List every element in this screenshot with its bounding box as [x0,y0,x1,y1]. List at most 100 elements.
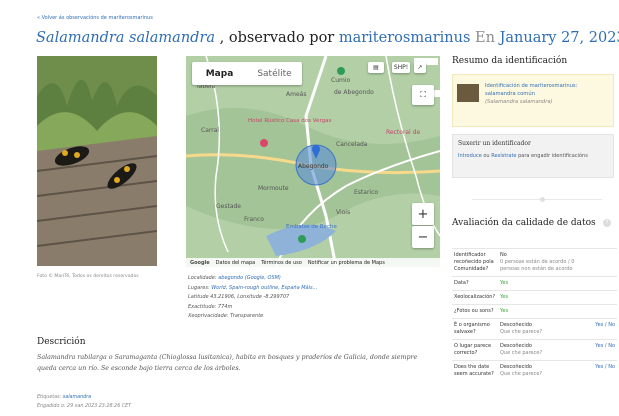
user-link[interactable]: mariterosmarinus [339,30,471,46]
or-text: ou [481,153,492,159]
quality-question: Does the date seem accurate? [452,360,498,381]
map-place-label: Franco [244,216,264,223]
en-text: En [475,30,495,46]
accuracy: Exactitude: 774m [188,303,233,310]
map-tab[interactable]: Mapa [192,62,247,85]
places-label: Lugares: [188,284,210,291]
back-to-observations-link[interactable]: « Volver ás observacións de mariterosmar… [37,15,153,21]
vote-yes-no-buttons [593,290,617,305]
quality-answer-cell: Yes [498,276,594,291]
quality-answer-cell: Descoñecido Que che parece? [498,318,594,340]
quality-subtext: Que che parece? [500,350,543,356]
quality-question: Identificador recoñecido pola Comunidade… [452,248,498,277]
quality-answer-cell: Descoñecido Que che parece? [498,360,594,381]
map-place-label: Rectoral de [386,129,420,136]
page-title: Salamandra salamandra , observado por ma… [36,30,619,46]
google-logo: Google [190,259,210,266]
quality-row: Identificador recoñecido pola Comunidade… [452,248,617,277]
quality-question: ¿Fotos ou sons? [452,304,498,319]
satellite-tab[interactable]: Satélite [247,62,302,85]
quality-subtext: Que che parece? [500,371,543,377]
fullscreen-icon[interactable]: ⛶ [412,85,434,105]
identification-thumbnail[interactable] [457,84,479,102]
quality-answer: Yes [500,294,509,300]
places-value[interactable]: World, Spain-rough outline, España Máis.… [211,285,317,291]
tag-link[interactable]: salamandra [63,395,91,400]
identification-common-name[interactable]: salamandra común [485,90,605,98]
external-link-icon[interactable]: ↗ [414,62,426,73]
shp-button[interactable]: SHP! [392,62,410,73]
map-place-label: Hotel Rústico Casa dos Vergas [248,117,331,124]
vote-yes-no-buttons [593,276,617,291]
login-link[interactable]: Introduce [458,153,482,159]
observed-by-text: , observado por [219,30,335,46]
quality-row: Data? Yes [452,276,617,291]
vote-yes-no-buttons [593,304,617,319]
quality-answer-cell: Yes [498,290,594,305]
map-place-label: Abegondo [298,163,329,170]
quality-answer: Descoñecido [500,364,532,370]
map-place-label: Ameás [286,91,306,98]
quality-subtext: 0 persoas están de acordo / 0 persoas no… [500,259,575,272]
quality-question: É o organismo salvaxe? [452,318,498,340]
register-link[interactable]: Rexístrate [491,153,516,159]
map-place-label: Carral [201,127,219,134]
identification-text[interactable]: Identificación de mariterosmarinus: sala… [485,82,605,106]
quality-answer-cell: Yes [498,304,594,319]
help-icon[interactable]: ? [603,219,611,227]
observation-photo[interactable] [37,56,157,266]
map-type-tabs: Mapa Satélite [192,62,302,85]
quality-table: Identificador recoñecido pola Comunidade… [452,248,617,381]
map-footer: Google Datos del mapa Términos de uso No… [186,258,440,267]
map-place-label: Embalse de Beche [286,224,338,230]
quality-answer: Descoñecido [500,322,532,328]
map-data-link[interactable]: Datos del mapa [216,260,256,266]
quality-row: O lugar parece correcto? Descoñecido Que c… [452,339,617,361]
locality-label: Localidade: [188,275,217,281]
layers-icon[interactable]: ▤ [368,62,384,73]
photo-credit: Foto © MariTé, Todos os dereitos reserva… [37,274,139,279]
map-place-label: Cancelada [336,141,368,148]
map-place-label: Gestade [216,203,241,210]
zoom-out-button[interactable]: − [412,226,434,248]
quality-question: Xeolocalización? [452,290,498,305]
vote-yes-no-buttons[interactable]: Yes / No [593,339,617,361]
divider-dot [540,197,545,202]
identification-heading: Resumo da identificación [452,56,568,66]
taxon-name-link[interactable]: Salamandra salamandra [36,30,215,46]
map-place-label: Viois [336,209,350,216]
vote-yes-no-buttons [593,248,617,277]
added-date: Engadido o: 29 xan 2023 23:28:26 CET [37,404,132,409]
vote-yes-no-buttons[interactable]: Yes / No [593,360,617,381]
quality-question: O lugar parece correcto? [452,339,498,361]
date-link[interactable]: January 27, 2023 [500,30,619,46]
report-problem-link[interactable]: Notificar un problema de Maps [308,260,385,266]
suggest-rest: para engadir identificacións [516,153,588,159]
geoprivacy: Xeoprivacidade: Transparente [188,313,264,319]
vote-yes-no-buttons[interactable]: Yes / No [593,318,617,340]
quality-answer-cell: No 0 persoas están de acordo / 0 persoas … [498,248,594,277]
quality-answer: Yes [500,280,509,286]
identification-scientific-name: (Salamandra salamandra) [485,99,553,105]
location-map[interactable]: Ameás Cumio Tabeia Hotel Rústico Casa do… [186,56,440,267]
tags-label: Etiquetas: [37,395,62,400]
map-place-label: Cumio [331,77,351,84]
identification-owner: Identificación de mariterosmarinus: [485,83,578,89]
map-place-label: de Abegondo [334,89,374,96]
locality-value[interactable]: abegondo (Google, OSM) [218,275,281,281]
quality-row: Does the date seem accurate? Descoñecido Q… [452,360,617,381]
zoom-in-button[interactable]: + [412,203,434,225]
quality-answer-cell: Descoñecido Que che parece? [498,339,594,361]
quality-row: Xeolocalización? Yes [452,290,617,305]
divider [472,199,602,200]
terms-link[interactable]: Términos de uso [261,260,302,266]
description-heading: Descrición [37,337,86,347]
suggest-heading: Suxerir un identificador [458,140,531,147]
quality-subtext: Que che parece? [500,329,543,335]
quality-row: ¿Fotos ou sons? Yes [452,304,617,319]
map-place-label: Estarico [354,189,378,196]
location-details: Localidade: abegondo (Google, OSM) Lugar… [188,274,317,322]
quality-answer: No [500,252,507,258]
coordinates: Latitude 43.21906, Lonxitude -8.299707 [188,294,290,300]
suggest-text: Introduce ou Rexístrate para engadir ide… [458,152,608,160]
